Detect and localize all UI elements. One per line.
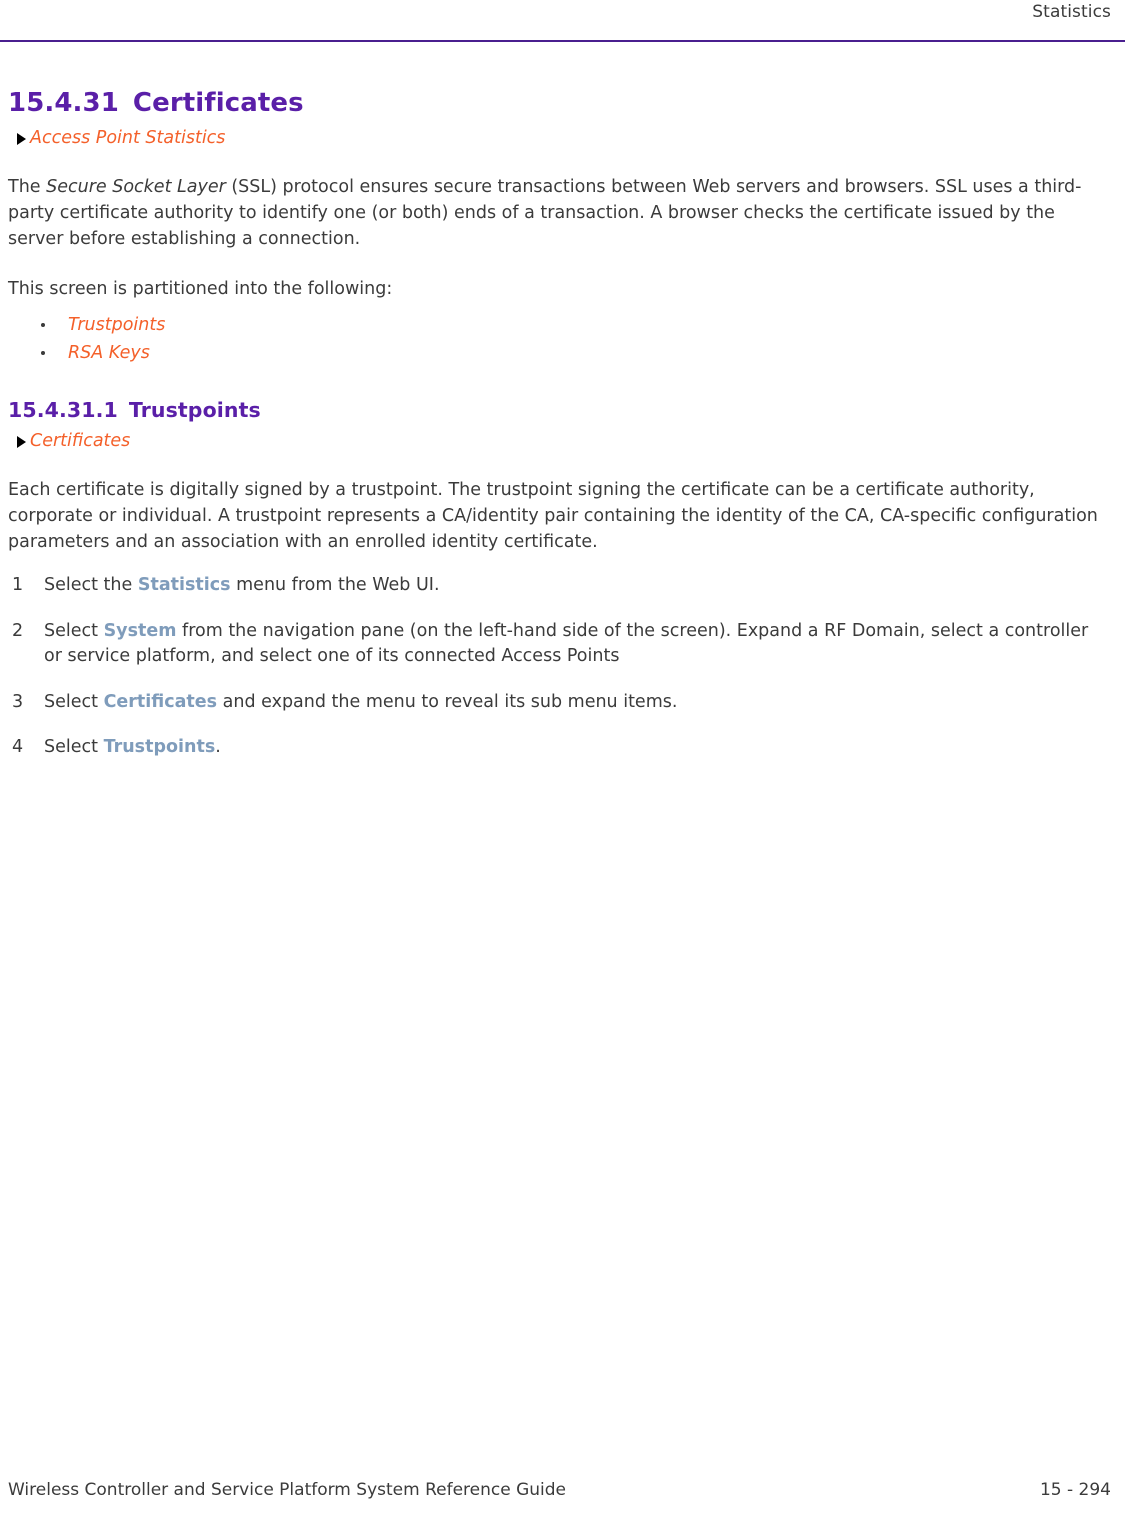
footer-guide-title: Wireless Controller and Service Platform… bbox=[8, 1480, 567, 1500]
subsection-crossreference-link[interactable]: Certificates bbox=[8, 431, 1107, 453]
step-text-1b: menu from the Web UI. bbox=[230, 575, 440, 596]
header-chapter-title: Statistics bbox=[1032, 2, 1111, 22]
ui-term-trustpoints: Trustpoints bbox=[103, 737, 216, 758]
partition-link-trustpoints[interactable]: Trustpoints bbox=[68, 315, 165, 335]
procedure-step-3: 3 Select Certificates and expand the men… bbox=[8, 690, 1107, 716]
bullet-dot-icon bbox=[41, 322, 45, 327]
step-text-4b: . bbox=[215, 737, 221, 758]
step-text-1a: Select the bbox=[44, 575, 138, 596]
section-crossreference-label: Access Point Statistics bbox=[30, 128, 226, 149]
footer-slash-icon bbox=[973, 1460, 1017, 1518]
step-text-2b: from the navigation pane (on the left-ha… bbox=[44, 620, 1089, 667]
triangle-right-icon bbox=[17, 133, 26, 146]
step-text-4a: Select bbox=[44, 737, 104, 758]
ui-term-system: System bbox=[103, 620, 177, 641]
page-content: 15.4.31 Certificates Access Point Statist… bbox=[8, 88, 1107, 761]
step-text-2a: Select bbox=[44, 620, 104, 641]
procedure-step-1: 1 Select the Statistics menu from the We… bbox=[8, 573, 1107, 599]
ui-term-statistics: Statistics bbox=[137, 575, 231, 596]
intro-text-before: The bbox=[8, 177, 47, 198]
procedure-step-2: 2 Select System from the navigation pane… bbox=[8, 619, 1107, 670]
intro-paragraph: The Secure Socket Layer (SSL) protocol e… bbox=[8, 175, 1107, 252]
page-header: Statistics bbox=[0, 0, 1125, 44]
step-number: 3 bbox=[12, 691, 24, 712]
subsection-description: Each certificate is digitally signed by … bbox=[8, 480, 1098, 552]
list-item: RSA Keys bbox=[8, 339, 1107, 367]
header-divider-rule bbox=[0, 40, 1125, 42]
section-heading: 15.4.31 Certificates bbox=[8, 88, 1107, 119]
intro-text-italic: Secure Socket Layer bbox=[46, 177, 226, 198]
document-page: Statistics 15.4.31 Certificates Access Po… bbox=[0, 0, 1125, 1518]
subsection-title: Trustpoints bbox=[128, 397, 261, 422]
footer-page-number: 15 - 294 bbox=[1039, 1480, 1111, 1500]
subsection-heading: 15.4.31.1 Trustpoints bbox=[8, 398, 1107, 423]
procedure-steps: 1 Select the Statistics menu from the We… bbox=[8, 573, 1107, 761]
ui-term-certificates: Certificates bbox=[103, 691, 218, 712]
step-number: 4 bbox=[12, 737, 24, 758]
section-number: 15.4.31 bbox=[8, 88, 119, 118]
step-number: 2 bbox=[12, 620, 24, 641]
page-footer: Wireless Controller and Service Platform… bbox=[0, 1438, 1125, 1518]
partition-list: Trustpoints RSA Keys bbox=[8, 311, 1107, 368]
partition-link-rsa-keys[interactable]: RSA Keys bbox=[68, 343, 150, 363]
step-number: 1 bbox=[12, 575, 24, 596]
section-title: Certificates bbox=[132, 88, 304, 118]
subsection-crossreference-label: Certificates bbox=[30, 431, 131, 452]
triangle-right-icon bbox=[17, 436, 26, 449]
subsection-number: 15.4.31.1 bbox=[8, 397, 118, 422]
step-text-3a: Select bbox=[44, 691, 104, 712]
procedure-step-4: 4 Select Trustpoints. bbox=[8, 735, 1107, 761]
step-text-3b: and expand the menu to reveal its sub me… bbox=[217, 691, 678, 712]
partition-lead-text: This screen is partitioned into the foll… bbox=[8, 279, 393, 300]
section-crossreference-link[interactable]: Access Point Statistics bbox=[8, 128, 1107, 150]
bullet-dot-icon bbox=[41, 351, 45, 356]
list-item: Trustpoints bbox=[8, 311, 1107, 339]
